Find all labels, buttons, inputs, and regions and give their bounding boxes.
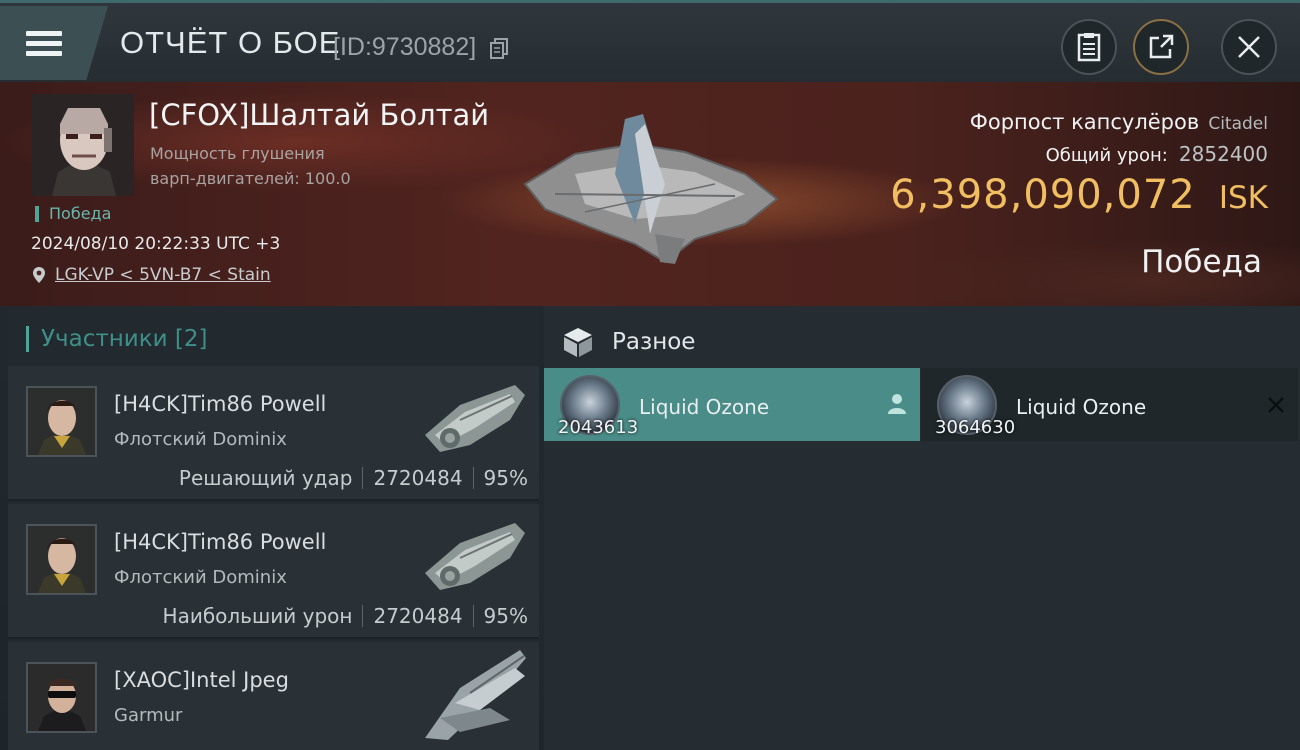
victim-stat-label: Мощность глушения [150,144,325,163]
location-text: LGK-VP < 5VN-B7 < Stain [55,265,271,285]
map-pin-icon [33,267,45,283]
item-name: Liquid Ozone [1016,395,1147,419]
divider [472,467,474,489]
menu-button[interactable] [0,6,108,80]
participant-name[interactable]: [H4CK]Tim86 Powell [114,392,326,416]
share-button[interactable] [1133,19,1189,75]
battle-report-window: ОТЧЁТ О БОЕ [ID:9730882] [CFOX]Шалтай Бо… [0,0,1300,750]
participant-percent: 95% [483,466,528,490]
participant-row[interactable]: [H4CK]Tim86 Powell Флотский Dominix Наиб… [8,504,539,639]
hamburger-menu-icon [26,26,62,61]
avatar [26,662,97,733]
page-title: ОТЧЁТ О БОЕ [120,25,341,60]
participant-row[interactable]: [H4CK]Tim86 Powell Флотский Dominix Реша… [8,366,539,501]
participants-title: Участники [2] [41,326,208,352]
divider [472,605,474,627]
participant-stats: Решающий удар 2720484 95% [179,466,528,490]
result-badge: Победа [35,206,111,222]
kill-summary: [CFOX]Шалтай Болтай Мощность глушения ва… [0,82,1300,306]
item-quantity: 3064630 [935,417,1016,438]
divider [362,467,364,489]
total-damage: Общий урон: 2852400 [1046,142,1268,166]
close-button[interactable] [1221,19,1277,75]
person-icon [888,394,906,414]
target-name[interactable]: Форпост капсулёров [970,110,1199,134]
item-card[interactable]: Liquid Ozone 2043613 [544,368,920,441]
clipboard-button[interactable] [1061,19,1117,75]
ship-image [425,523,525,590]
isk-value: 6,398,090,072 [890,172,1196,218]
target-type: Citadel [1208,114,1268,134]
participant-name[interactable]: [H4CK]Tim86 Powell [114,530,326,554]
participants-header: Участники [2] [26,326,207,352]
header-accent-bar [26,326,29,352]
participant-role: Решающий удар [178,466,353,490]
participant-damage: 2720484 [373,466,463,490]
close-icon [1238,36,1260,58]
participant-row[interactable]: [XAOC]Intel Jpeg Garmur [8,642,539,750]
top-bar: ОТЧЁТ О БОЕ [ID:9730882] [0,0,1300,82]
total-damage-value: 2852400 [1178,142,1268,166]
avatar [26,524,97,595]
participant-percent: 95% [483,604,528,628]
target-line: Форпост капсулёров Citadel [970,110,1268,134]
share-icon [1149,34,1174,59]
victim-stat-value: варп-двигателей: 100.0 [150,169,351,188]
item-name: Liquid Ozone [639,395,770,419]
report-id: [ID:9730882] [333,33,477,61]
clipboard-icon [1077,33,1101,62]
pilot-portrait-image [28,664,95,731]
pilot-portrait-image [28,526,95,593]
participant-role: Наибольший урон [162,604,353,628]
ship-image [425,385,525,452]
copy-icon[interactable] [490,38,508,60]
total-damage-label: Общий урон: [1045,145,1168,166]
item-card[interactable]: Liquid Ozone 3064630 [921,368,1298,441]
items-header: Разное [562,326,695,358]
participant-stats: Наибольший урон 2720484 95% [163,604,528,628]
close-x-icon [1268,397,1284,413]
avatar [26,386,97,457]
kill-datetime: 2024/08/10 20:22:33 UTC +3 [31,234,281,254]
participant-ship: Garmur [114,705,183,726]
participant-damage: 2720484 [373,604,463,628]
pilot-portrait-image [28,388,95,455]
isk-unit: ISK [1218,180,1268,216]
divider [362,605,364,627]
participant-name[interactable]: [XAOC]Intel Jpeg [114,668,289,692]
victim-name[interactable]: [CFOX]Шалтай Болтай [149,98,489,132]
cube-icon [564,328,592,357]
isk-value-line: 6,398,090,072 ISK [890,172,1268,218]
citadel-ship-image [523,114,779,264]
participant-ship: Флотский Dominix [114,429,287,450]
victim-portrait[interactable] [32,94,134,196]
pilot-portrait-image [32,94,134,196]
ship-image [425,650,526,740]
items-panel: Разное Liquid Ozone 2043613 Liquid Ozone… [544,306,1300,750]
outcome-label: Победа [1141,244,1262,280]
participants-panel: Участники [2] [H4CK]Tim86 Powell Флотски… [8,306,539,750]
item-quantity: 2043613 [558,417,639,438]
location-link[interactable]: LGK-VP < 5VN-B7 < Stain [32,265,271,285]
items-title: Разное [612,329,696,355]
participant-ship: Флотский Dominix [114,567,287,588]
